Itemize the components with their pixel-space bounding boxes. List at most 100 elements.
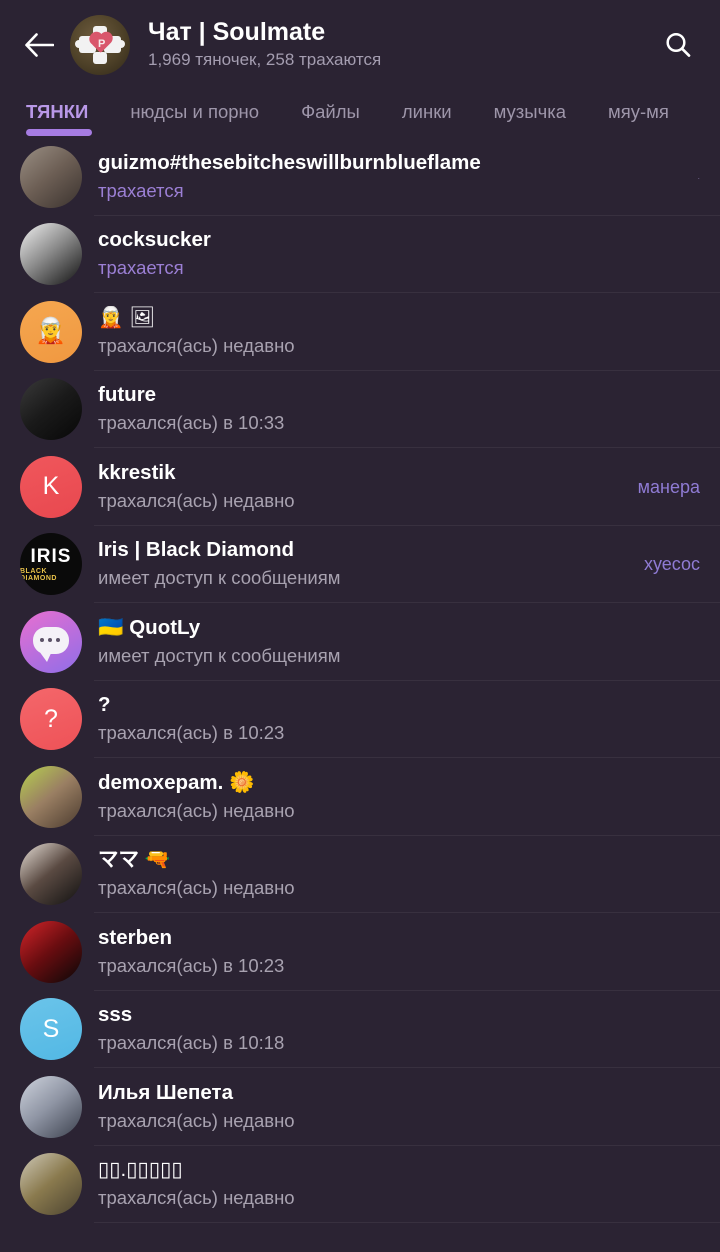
tab-label: музычка [493, 100, 567, 122]
member-text-block: 🧝 🖼 трахался(ась) недавно [98, 306, 700, 358]
tab-4[interactable]: музычка [493, 100, 567, 122]
member-row[interactable]: demoxepam. 🌼 трахался(ась) недавно [0, 758, 720, 836]
member-row[interactable]: sterben трахался(ась) в 10:23 [0, 913, 720, 991]
member-status: трахается [98, 179, 184, 201]
member-name: sterben [98, 925, 173, 949]
member-status: имеет доступ к сообщениям [98, 567, 341, 588]
header-title-block[interactable]: Чат | Soulmate 1,969 тяночек, 258 трахаю… [148, 18, 654, 71]
avatar-photo [20, 766, 82, 828]
tab-label: Файлы [301, 100, 360, 122]
avatar-photo [20, 1076, 82, 1138]
member-name: Илья Шепета [98, 1080, 233, 1104]
avatar-label: IRIS [30, 545, 72, 567]
tab-3[interactable]: линки [401, 100, 452, 122]
member-text-block: sss трахался(ась) в 10:18 [98, 1003, 700, 1055]
member-name: ママ 🔫 [98, 848, 171, 872]
member-text-block: ▯▯.▯▯▯▯▯ трахался(ась) недавно [98, 1158, 700, 1210]
avatar[interactable] [20, 223, 82, 286]
avatar[interactable]: 🧝 [20, 300, 82, 363]
tab-label: ТЯНКИ [26, 100, 89, 122]
member-status: имеет доступ к сообщениям [98, 644, 341, 666]
member-status: трахался(ась) недавно [98, 877, 295, 898]
avatar[interactable]: IRIS BLACK DIAMOND [20, 533, 82, 596]
speech-bubble-icon [33, 626, 69, 662]
avatar[interactable] [20, 378, 82, 441]
member-text-block: kkrestik трахался(ась) недавно [98, 461, 624, 513]
avatar-label: K [42, 472, 60, 501]
avatar[interactable]: S [20, 998, 82, 1061]
member-row[interactable]: future трахался(ась) в 10:33 [0, 371, 720, 449]
member-name: ? [98, 693, 111, 717]
avatar-photo [20, 1153, 82, 1215]
tab-label: мяу-мя [608, 100, 669, 122]
avatar[interactable] [20, 610, 82, 673]
avatar-label: ? [44, 704, 58, 733]
member-name: ▯▯.▯▯▯▯▯ [98, 1158, 183, 1182]
member-name: future [98, 383, 157, 407]
avatar[interactable]: ? [20, 688, 82, 751]
member-row[interactable]: guizmo#thesebitcheswillburnblueflame трах… [0, 138, 720, 216]
member-row[interactable]: IRIS BLACK DIAMOND Iris | Black Diamond име… [0, 526, 720, 604]
tab-5[interactable]: мяу-мя [608, 100, 669, 122]
member-list[interactable]: guizmo#thesebitcheswillburnblueflame трах… [0, 138, 720, 1252]
chat-avatar[interactable]: P [70, 15, 130, 75]
avatar[interactable] [20, 920, 82, 983]
member-text-block: ママ 🔫 трахался(ась) недавно [98, 848, 700, 900]
member-status: трахался(ась) недавно [98, 1187, 295, 1208]
member-text-block: Iris | Black Diamond имеет доступ к сообщ… [98, 538, 630, 590]
member-name: sss [98, 1003, 133, 1027]
avatar-sublabel: BLACK DIAMOND [20, 567, 57, 582]
member-name: guizmo#thesebitcheswillburnblueflame [98, 150, 481, 174]
avatar-photo [20, 146, 82, 208]
tab-1[interactable]: нюдсы и порно [130, 102, 259, 122]
member-status: трахался(ась) в 10:23 [98, 722, 285, 743]
avatar-letter: P [98, 38, 106, 50]
tab-label: линки [401, 100, 452, 122]
member-row[interactable]: 🧝 🧝 🖼 трахался(ась) недавно [0, 293, 720, 371]
avatar-photo [20, 378, 82, 440]
member-row[interactable]: ママ 🔫 трахался(ась) недавно [0, 836, 720, 914]
avatar[interactable] [20, 1075, 82, 1138]
member-name: demoxepam. 🌼 [98, 770, 255, 794]
member-row[interactable]: Илья Шепета трахался(ась) недавно [0, 1068, 720, 1146]
avatar-label: 🧝 [35, 317, 67, 346]
member-badge: хуесос [643, 554, 700, 575]
back-arrow-icon[interactable] [16, 22, 62, 68]
avatar-label: S [42, 1014, 60, 1043]
active-tab-indicator [26, 129, 92, 136]
member-text-block: future трахался(ась) в 10:33 [98, 383, 700, 435]
member-text-block: cocksucker трахается [98, 228, 700, 280]
member-row[interactable]: Kkkrestik трахался(ась) недавно манера [0, 448, 720, 526]
member-status: трахался(ась) недавно [98, 799, 295, 821]
member-status: трахался(ась) в 10:33 [98, 412, 285, 433]
member-status: трахается [98, 257, 184, 278]
member-row[interactable]: cocksucker трахается [0, 216, 720, 294]
member-text-block: Илья Шепета трахался(ась) недавно [98, 1081, 700, 1133]
avatar[interactable] [20, 1153, 82, 1216]
member-list-screen: P Чат | Soulmate 1,969 тяночек, 258 трах… [0, 0, 720, 1252]
avatar[interactable]: K [20, 455, 82, 518]
app-header: P Чат | Soulmate 1,969 тяночек, 258 трах… [0, 0, 720, 90]
member-name: cocksucker [98, 228, 211, 252]
member-row[interactable]: ?? трахался(ась) в 10:23 [0, 681, 720, 759]
tab-0[interactable]: ТЯНКИ [26, 100, 89, 122]
member-name: 🧝 🖼 [98, 305, 156, 329]
member-text-block: guizmo#thesebitcheswillburnblueflame трах… [98, 151, 683, 203]
member-status: трахался(ась) недавно [98, 334, 295, 356]
avatar[interactable] [20, 765, 82, 828]
member-name: 🇺🇦 QuotLy [98, 615, 201, 639]
member-row[interactable]: Ssss трахался(ась) в 10:18 [0, 991, 720, 1069]
tab-2[interactable]: Файлы [301, 100, 360, 122]
member-badge: . [697, 171, 700, 182]
member-row[interactable]: ▯▯.▯▯▯▯▯ трахался(ась) недавно [0, 1146, 720, 1224]
member-status: трахался(ась) в 10:18 [98, 1032, 285, 1053]
search-icon[interactable] [654, 21, 702, 69]
page-title: Чат | Soulmate [148, 18, 326, 47]
member-row[interactable]: 🇺🇦 QuotLy имеет доступ к сообщениям [0, 603, 720, 681]
avatar-photo [20, 843, 82, 905]
avatar[interactable] [20, 145, 82, 208]
avatar[interactable] [20, 843, 82, 906]
member-name: kkrestik [98, 460, 176, 484]
member-text-block: demoxepam. 🌼 трахался(ась) недавно [98, 771, 700, 823]
tab-bar: ТЯНКИ нюдсы и порно Файлы линки музычка мяу-м… [0, 90, 720, 138]
